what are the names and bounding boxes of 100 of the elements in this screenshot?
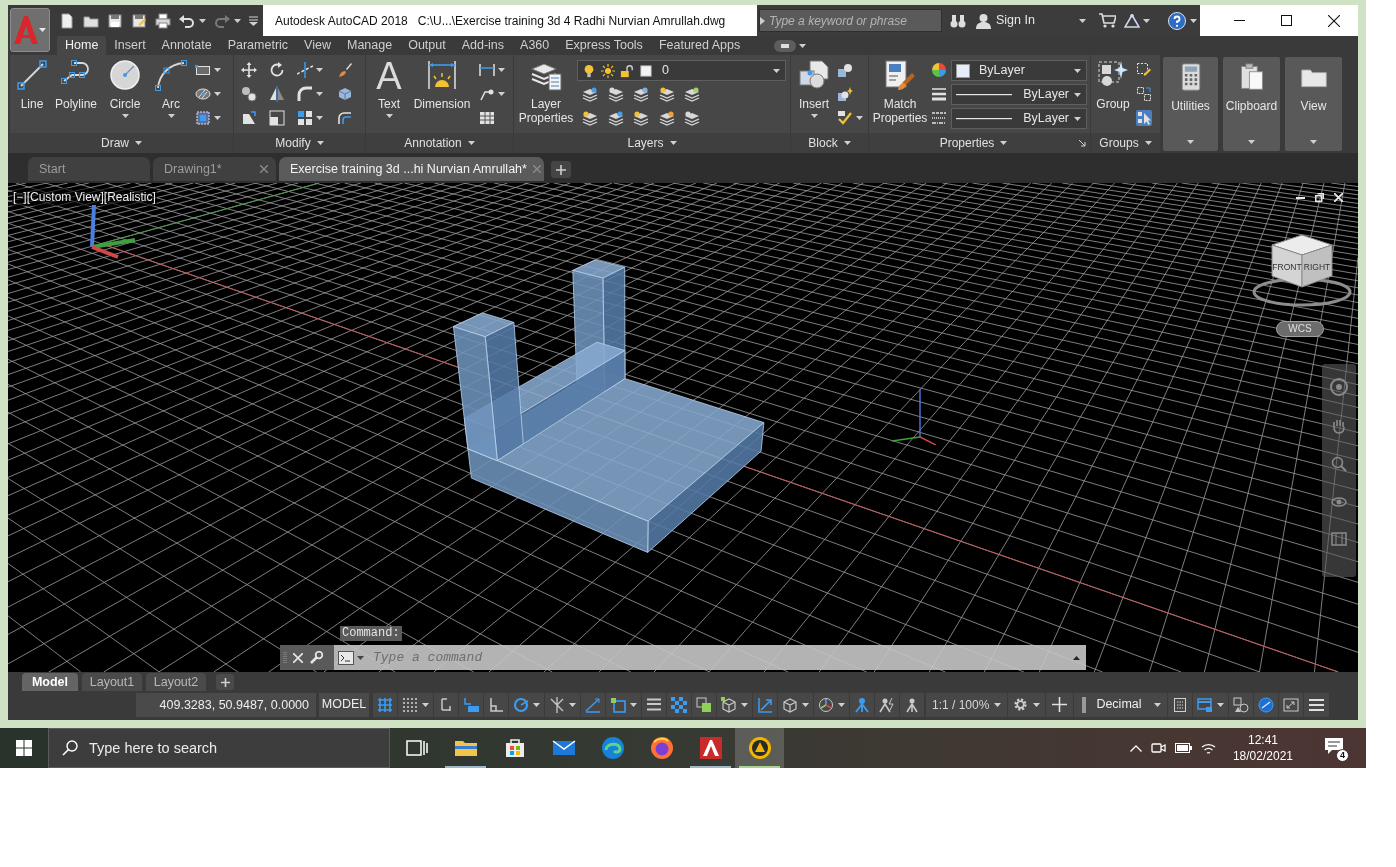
caret-icon[interactable] <box>1187 140 1194 144</box>
model-space-button[interactable]: MODEL <box>319 692 369 717</box>
two-circles-icon[interactable] <box>241 86 257 102</box>
printer-icon[interactable] <box>155 12 171 29</box>
checkerboard-icon[interactable] <box>671 696 687 713</box>
line-button[interactable]: Line <box>12 55 52 126</box>
dotted-square-icon[interactable] <box>195 110 211 126</box>
caret-icon[interactable] <box>810 114 818 118</box>
pan-hand-icon[interactable] <box>1331 418 1347 434</box>
cart-icon[interactable] <box>1098 13 1116 28</box>
sign-in-button[interactable]: Sign In <box>976 11 1035 30</box>
layer-dropdown[interactable]: 0 <box>577 60 786 81</box>
tab-close-icon[interactable] <box>260 165 268 173</box>
caret-icon[interactable] <box>385 114 393 118</box>
linetype-dropdown[interactable]: ByLayer <box>951 84 1087 105</box>
search-field[interactable]: Type a keyword or phrase <box>759 9 942 32</box>
caret-icon[interactable] <box>357 655 364 660</box>
viewport-restore-icon[interactable] <box>1315 193 1324 202</box>
parallel-curves-icon[interactable] <box>337 110 353 126</box>
open-padlock-icon[interactable] <box>620 63 634 78</box>
layer-stack-icon[interactable] <box>658 110 675 126</box>
annotation-lightning-icon[interactable] <box>879 696 895 713</box>
layer-stack-icon[interactable] <box>607 110 624 126</box>
plus-icon[interactable] <box>1052 697 1068 712</box>
snap-cube-icon[interactable] <box>721 696 737 713</box>
layer-stack-icon[interactable] <box>607 86 624 102</box>
panel-title-button[interactable]: Groups <box>1091 133 1160 153</box>
taskbar-search-input[interactable]: Type here to search <box>89 730 379 766</box>
viewport-controls-label[interactable]: [−][Custom View][Realistic] <box>12 188 157 206</box>
polyline-button[interactable]: Polyline <box>52 55 100 126</box>
axis-gizmo-icon[interactable] <box>818 696 834 713</box>
color-square-icon[interactable] <box>639 63 653 78</box>
caret-icon[interactable] <box>1074 116 1081 121</box>
dashed-squares-icon[interactable] <box>1136 86 1152 102</box>
caret-icon[interactable] <box>1142 18 1150 23</box>
caret-icon[interactable] <box>214 116 221 120</box>
dialog-launcher-icon[interactable] <box>1078 139 1086 147</box>
menu-icon[interactable] <box>1308 698 1324 711</box>
chevron-up-icon[interactable] <box>1129 744 1142 752</box>
caret-icon[interactable] <box>843 141 851 145</box>
caret-icon[interactable] <box>167 114 175 118</box>
collapsed-panel-button[interactable]: Clipboard <box>1223 57 1280 151</box>
caret-icon[interactable] <box>39 28 46 32</box>
viewport-minimize-icon[interactable] <box>1296 196 1305 199</box>
caret-icon[interactable] <box>234 18 241 23</box>
locked-window-icon[interactable] <box>1196 696 1213 713</box>
tag-check-icon[interactable] <box>837 110 853 126</box>
caret-icon[interactable] <box>316 68 323 72</box>
viewcube[interactable]: FRONT RIGHT <box>1252 231 1352 307</box>
file-tab[interactable]: Drawing1* <box>153 157 276 181</box>
table-icon[interactable] <box>479 110 495 126</box>
ribbon-tab[interactable]: A360 <box>512 36 558 55</box>
line-weights-icon[interactable] <box>931 86 947 102</box>
layer-stack-icon[interactable] <box>684 110 701 126</box>
stretch-arrow-icon[interactable] <box>241 110 257 126</box>
rounded-corner-icon[interactable] <box>297 86 313 102</box>
dashed-lines-icon[interactable] <box>931 110 947 126</box>
caret-icon[interactable] <box>741 702 748 707</box>
command-line-handle[interactable] <box>280 645 334 670</box>
panel-title-button[interactable]: Annotation <box>366 133 513 153</box>
ribbon-tab[interactable]: Parametric <box>219 36 297 55</box>
caret-icon[interactable] <box>773 68 780 73</box>
caret-icon[interactable] <box>214 92 221 96</box>
input-box-icon[interactable] <box>463 696 479 713</box>
isometric-lines-icon[interactable] <box>549 696 565 713</box>
lineweight-dropdown[interactable]: ByLayer <box>951 108 1087 129</box>
text-button[interactable]: A Text <box>369 55 409 126</box>
caret-icon[interactable] <box>838 702 845 707</box>
caret-icon[interactable] <box>214 68 221 72</box>
undo-arrow-icon[interactable] <box>179 12 195 29</box>
collapsed-panel-button[interactable]: View <box>1285 57 1342 151</box>
color-wheel-icon[interactable] <box>931 62 947 78</box>
gear-icon[interactable] <box>1013 697 1029 712</box>
caret-icon[interactable] <box>121 114 129 118</box>
panel-title-button[interactable]: Block <box>791 133 868 153</box>
caret-icon[interactable] <box>1189 18 1197 23</box>
grid-icon[interactable] <box>377 696 393 713</box>
panel-title-button[interactable]: Modify <box>234 133 365 153</box>
battery-icon[interactable] <box>1174 743 1192 753</box>
light-bulb-icon[interactable] <box>582 63 596 78</box>
ribbon-tab[interactable]: View <box>296 36 339 55</box>
command-prompt-icon[interactable] <box>338 650 354 665</box>
linear-dimension-icon[interactable] <box>479 62 495 78</box>
collapsed-panel-button[interactable]: Utilities <box>1163 57 1218 151</box>
cursor-on-squares-icon[interactable] <box>1136 110 1152 126</box>
caret-icon[interactable] <box>630 702 637 707</box>
close-icon[interactable] <box>1328 14 1340 27</box>
caret-icon[interactable] <box>316 92 323 96</box>
rectangle-icon[interactable] <box>195 62 211 78</box>
caret-icon[interactable] <box>1074 92 1081 97</box>
film-icon[interactable] <box>1331 532 1347 546</box>
command-input-field[interactable]: Type a command <box>334 645 1086 670</box>
snap-square-icon[interactable] <box>610 696 626 713</box>
plus-icon[interactable] <box>556 164 566 175</box>
ribbon-tab[interactable]: Manage <box>338 36 401 55</box>
caret-icon[interactable] <box>1033 702 1041 707</box>
ribbon-tab[interactable]: Add-ins <box>453 36 513 55</box>
layer-stack-icon[interactable] <box>582 86 598 102</box>
cut-line-icon[interactable] <box>297 62 313 78</box>
plus-icon[interactable] <box>220 677 230 687</box>
